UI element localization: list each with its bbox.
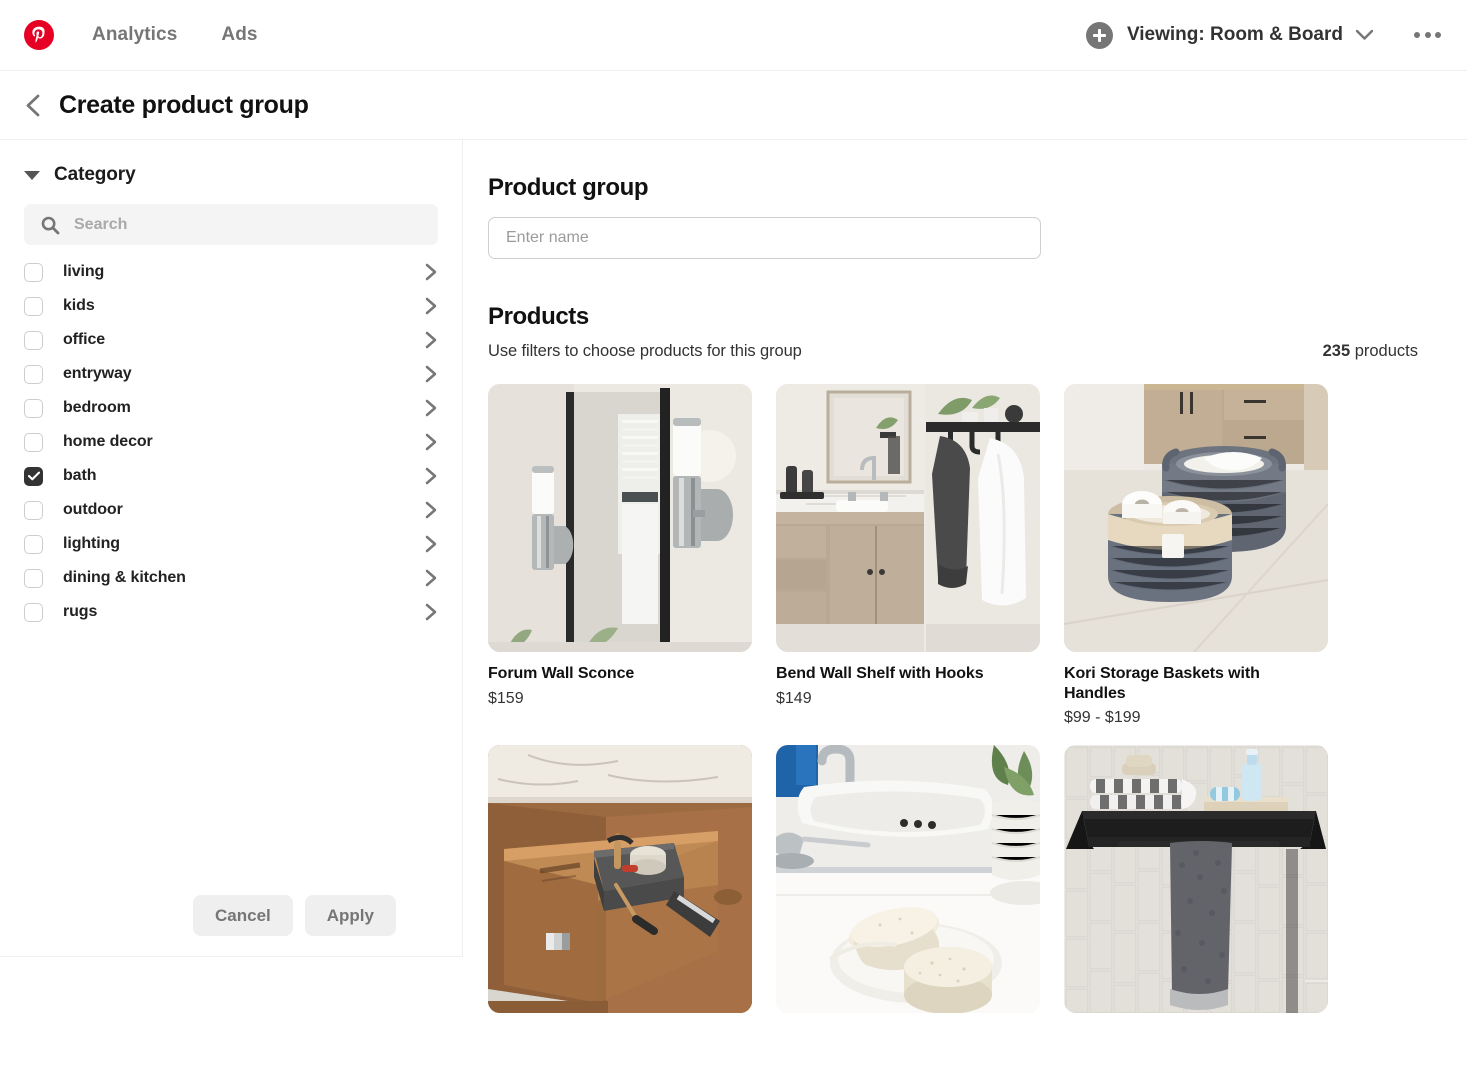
- category-row-kids[interactable]: kids: [0, 289, 462, 323]
- category-label: lighting: [63, 535, 120, 552]
- apply-button[interactable]: Apply: [304, 895, 396, 936]
- checkbox-lighting[interactable]: [24, 534, 43, 554]
- search-icon: [40, 215, 60, 235]
- product-price: $149: [776, 689, 812, 707]
- checkbox-bedroom[interactable]: [24, 398, 43, 418]
- plus-circle-icon[interactable]: [1085, 21, 1113, 49]
- chevron-right-icon[interactable]: [424, 398, 438, 418]
- product-group-heading: Product group: [488, 174, 649, 201]
- product-group-name-input[interactable]: [488, 217, 1041, 259]
- product-card[interactable]: [488, 745, 752, 1025]
- category-label: entryway: [63, 365, 132, 382]
- product-card[interactable]: Kori Storage Baskets with Handles $99 - …: [1064, 384, 1328, 727]
- walnut-vanity-drawer-organizer-photo[interactable]: [488, 745, 752, 1014]
- chevron-right-icon[interactable]: [424, 466, 438, 486]
- category-label: home decor: [63, 433, 153, 450]
- products-count-number: 235: [1322, 342, 1351, 360]
- product-card[interactable]: [776, 745, 1040, 1025]
- chevron-down-icon[interactable]: [1355, 29, 1374, 41]
- products-section: Products Use filters to choose products …: [488, 303, 1467, 361]
- cancel-button[interactable]: Cancel: [193, 895, 293, 936]
- category-section-header[interactable]: Category: [0, 140, 462, 186]
- category-row-dining-kitchen[interactable]: dining & kitchen: [0, 561, 462, 595]
- category-section-title: Category: [54, 164, 136, 185]
- product-card[interactable]: Forum Wall Sconce $159: [488, 384, 752, 727]
- category-search-box[interactable]: [24, 204, 438, 245]
- products-count: 235 products: [1323, 342, 1418, 361]
- search-input[interactable]: [74, 215, 404, 234]
- main-content: Product group Products Use filters to ch…: [463, 140, 1467, 1068]
- page-subheader: Create product group: [0, 71, 1467, 140]
- products-heading: Products: [488, 303, 589, 330]
- chevron-right-icon[interactable]: [424, 500, 438, 520]
- checkbox-outdoor[interactable]: [24, 500, 43, 520]
- category-row-home-decor[interactable]: home decor: [0, 425, 462, 459]
- pinterest-logo-icon[interactable]: [24, 20, 54, 50]
- category-row-living[interactable]: living: [0, 255, 462, 289]
- checkbox-dining-kitchen[interactable]: [24, 568, 43, 588]
- bathroom-wall-sconce-mirror-photo[interactable]: [488, 384, 752, 652]
- products-count-suffix: products: [1350, 342, 1418, 360]
- checkbox-kids[interactable]: [24, 296, 43, 316]
- checkbox-bath[interactable]: [24, 466, 43, 486]
- category-row-outdoor[interactable]: outdoor: [0, 493, 462, 527]
- checkbox-rugs[interactable]: [24, 602, 43, 622]
- category-row-entryway[interactable]: entryway: [0, 357, 462, 391]
- chevron-right-icon[interactable]: [424, 568, 438, 588]
- nav-link-analytics[interactable]: Analytics: [92, 18, 177, 52]
- filter-panel-actions: Cancel Apply: [0, 895, 462, 956]
- category-label: kids: [63, 297, 95, 314]
- woven-storage-baskets-photo[interactable]: [1064, 384, 1328, 652]
- chevron-right-icon[interactable]: [424, 296, 438, 316]
- category-label: rugs: [63, 603, 98, 620]
- black-shelf-towel-bar-tile-photo[interactable]: [1064, 745, 1328, 1014]
- chevron-right-icon[interactable]: [424, 330, 438, 350]
- category-row-office[interactable]: office: [0, 323, 462, 357]
- category-row-lighting[interactable]: lighting: [0, 527, 462, 561]
- chevron-right-icon[interactable]: [424, 364, 438, 384]
- category-label: bedroom: [63, 399, 131, 416]
- product-price: $99 - $199: [1064, 709, 1141, 727]
- chevron-right-icon[interactable]: [424, 432, 438, 452]
- nav-link-ads[interactable]: Ads: [221, 18, 257, 52]
- app-root: Analytics Ads Viewing: Room & Board Crea…: [0, 0, 1467, 1068]
- chevron-right-icon[interactable]: [424, 262, 438, 282]
- product-title: Forum Wall Sconce: [488, 665, 635, 682]
- chevron-left-icon[interactable]: [24, 93, 41, 118]
- products-subtitle: Use filters to choose products for this …: [488, 342, 802, 360]
- triangle-down-icon: [24, 170, 40, 180]
- category-label: outdoor: [63, 501, 123, 518]
- category-list: living kids office entryway bedroom home…: [0, 255, 462, 629]
- category-label: bath: [63, 467, 97, 484]
- category-label: living: [63, 263, 105, 280]
- category-row-bedroom[interactable]: bedroom: [0, 391, 462, 425]
- nav-right-group: Viewing: Room & Board: [1085, 21, 1467, 49]
- checkbox-home-decor[interactable]: [24, 432, 43, 452]
- product-price: $159: [488, 689, 524, 707]
- top-navigation-bar: Analytics Ads Viewing: Room & Board: [0, 0, 1467, 71]
- viewing-account-label[interactable]: Viewing: Room & Board: [1127, 24, 1343, 46]
- category-row-bath[interactable]: bath: [0, 459, 462, 493]
- page-title: Create product group: [59, 90, 309, 119]
- checkbox-office[interactable]: [24, 330, 43, 350]
- more-options-icon[interactable]: [1414, 32, 1441, 38]
- soap-bars-sink-tray-photo[interactable]: [776, 745, 1040, 1014]
- checkbox-living[interactable]: [24, 262, 43, 282]
- products-grid: Forum Wall Sconce $159 Bend Wall Shelf w…: [488, 384, 1328, 1025]
- category-label: dining & kitchen: [63, 569, 186, 586]
- bathroom-vanity-wall-hooks-robes-photo[interactable]: [776, 384, 1040, 652]
- category-label: office: [63, 331, 106, 348]
- product-card[interactable]: [1064, 745, 1328, 1025]
- category-filter-panel: Category living: [0, 140, 463, 957]
- checkbox-entryway[interactable]: [24, 364, 43, 384]
- chevron-right-icon[interactable]: [424, 602, 438, 622]
- nav-left-group: Analytics Ads: [0, 18, 258, 52]
- category-row-rugs[interactable]: rugs: [0, 595, 462, 629]
- products-subtitle-row: Use filters to choose products for this …: [488, 342, 1418, 361]
- chevron-right-icon[interactable]: [424, 534, 438, 554]
- product-card[interactable]: Bend Wall Shelf with Hooks $149: [776, 384, 1040, 727]
- product-title: Kori Storage Baskets with Handles: [1064, 665, 1260, 702]
- product-title: Bend Wall Shelf with Hooks: [776, 665, 984, 682]
